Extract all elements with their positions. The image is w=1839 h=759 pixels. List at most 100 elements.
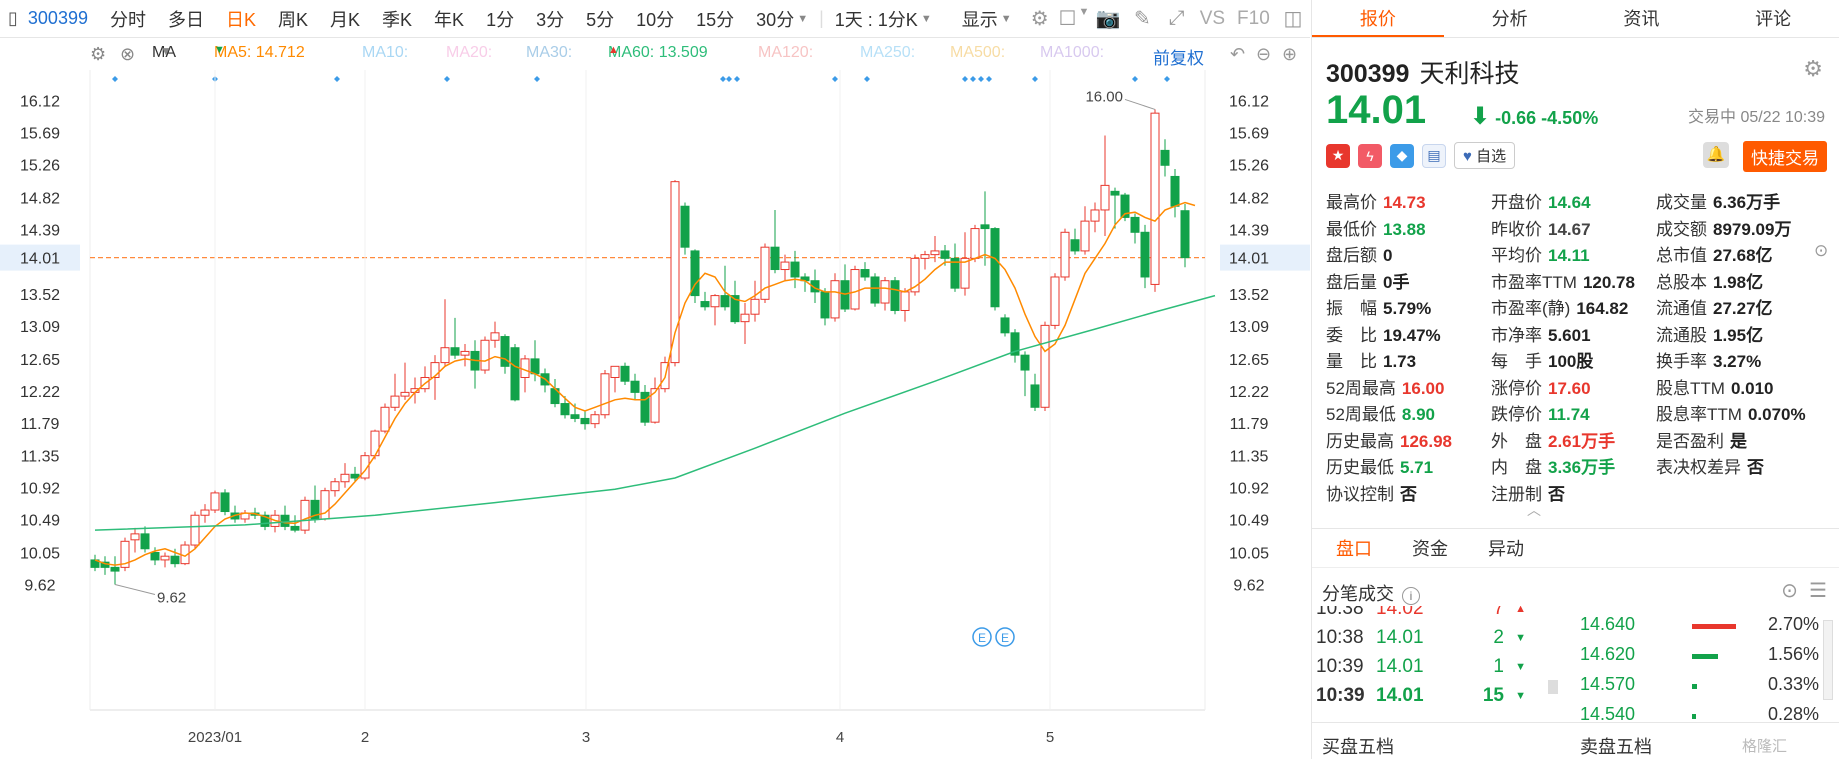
period-tab-yearly[interactable]: 年K <box>423 6 475 32</box>
sidebar-toggle-icon[interactable]: ◫ <box>1276 6 1310 31</box>
notes-icon[interactable]: ▤ <box>1422 143 1446 168</box>
stat-label: 跌停价 <box>1491 405 1542 424</box>
close-icon[interactable]: ⊗ <box>120 44 135 65</box>
china-flag-icon[interactable]: ★ <box>1326 143 1350 168</box>
candle-body <box>770 246 780 271</box>
distribution-price: 14.570 <box>1580 674 1636 694</box>
candle-body <box>790 261 800 278</box>
price-axis-label: 13.09 <box>20 319 60 336</box>
stat-label: 内 盘 <box>1491 458 1542 477</box>
stat-item: 昨收价 14.67 <box>1491 215 1591 240</box>
period-tab-multiday[interactable]: 多日 <box>157 6 215 32</box>
display-select[interactable]: 显示 ▼ <box>951 6 1023 32</box>
tab-anomaly[interactable]: 异动 <box>1488 527 1524 569</box>
date-axis-label: 2 <box>361 729 369 746</box>
period-select-30min[interactable]: 30分 ▼ <box>745 6 819 32</box>
add-watchlist-button[interactable]: ♥ 自选 <box>1454 142 1516 169</box>
stat-value: 100股 <box>1548 352 1594 371</box>
tick-volume: 7 <box>1493 606 1504 619</box>
ticks-list[interactable]: 10:38 14.02 7 ▲ 10:38 14.01 2 ▼ 10:39 14.01 1 ▼ 10:3… <box>1316 606 1546 720</box>
tab-news[interactable]: 资讯 <box>1576 0 1708 37</box>
watermark-text: 格隆汇 <box>1742 738 1788 755</box>
price-axis-label: 15.26 <box>20 158 60 175</box>
candle-body <box>630 380 640 393</box>
tab-quote[interactable]: 报价 <box>1312 0 1444 37</box>
period-tab-weekly[interactable]: 周K <box>267 6 319 32</box>
stock-code-label[interactable]: 300399 <box>24 8 99 29</box>
fullscreen-icon[interactable]: ⤢ <box>1159 7 1193 30</box>
candle-body <box>570 414 580 419</box>
scrollbar-thumb[interactable] <box>1548 680 1558 694</box>
range-select[interactable]: 1天 : 1分K ▼ <box>824 6 943 32</box>
more-icon[interactable]: ⊙ <box>1814 241 1828 261</box>
chevron-up-icon[interactable]: ︿ <box>1527 500 1541 520</box>
ma-indicator-bar: ⚙ ⊗ MA ▼ MA5: 14.712 ▼ MA10: MA20: MA30:… <box>90 44 1305 68</box>
stat-label: 总股本 <box>1656 272 1707 292</box>
draw-rect-icon[interactable]: ☐ ▼ <box>1057 6 1091 31</box>
undo-icon[interactable]: ↶ <box>1230 44 1245 65</box>
sell5-label: 卖盘五档 <box>1580 737 1652 757</box>
candle-body <box>600 373 610 416</box>
period-tab-quarterly[interactable]: 季K <box>371 6 423 32</box>
price-axis-label: 16.12 <box>20 94 60 111</box>
f10-button[interactable]: F10 <box>1231 8 1276 30</box>
pencil-icon[interactable]: ✎ <box>1125 6 1159 31</box>
price-axis-label: 15.69 <box>20 126 60 143</box>
stat-item: 市净率 5.601 <box>1491 321 1591 346</box>
camera-icon[interactable]: 📷 <box>1091 6 1125 31</box>
candle-body <box>440 347 450 364</box>
candle-body <box>400 391 410 397</box>
tab-analysis[interactable]: 分析 <box>1444 0 1576 37</box>
tab-capital[interactable]: 资金 <box>1412 527 1448 569</box>
info-icon[interactable]: i <box>1402 587 1420 605</box>
kline-chart[interactable]: 16.12 16.12 15.69 15.69 15.26 15.26 14.82 14.82… <box>0 70 1310 759</box>
stat-item: 涨停价 17.60 <box>1491 374 1591 399</box>
stat-value: 0 <box>1383 246 1393 265</box>
zoom-in-icon[interactable]: ⊕ <box>1282 44 1297 65</box>
price-axis-label: 12.22 <box>20 384 60 401</box>
stat-item: 52周最高 16.00 <box>1326 374 1444 399</box>
period-tab-3min[interactable]: 3分 <box>525 6 575 32</box>
gear-icon[interactable]: ⚙ <box>90 44 106 65</box>
tab-comments[interactable]: 评论 <box>1707 0 1839 37</box>
more-icon[interactable]: ⊙ <box>1781 580 1798 602</box>
stat-label: 股息TTM <box>1656 378 1725 398</box>
kline-svg[interactable]: 16.12 16.12 15.69 15.69 15.26 15.26 14.82 14.82… <box>0 70 1310 759</box>
candle-body <box>870 276 880 304</box>
period-tab-daily[interactable]: 日K <box>215 6 267 32</box>
period-tab-15min[interactable]: 15分 <box>685 6 745 32</box>
candle-body <box>530 358 540 375</box>
stat-value: 17.60 <box>1548 378 1591 398</box>
gear-icon[interactable]: ⚙ <box>1803 56 1823 82</box>
zoom-out-icon[interactable]: ⊖ <box>1256 44 1271 65</box>
period-tab-intraday[interactable]: 分时 <box>99 6 157 32</box>
candle-body <box>680 205 690 248</box>
gear-icon[interactable]: ⚙ <box>1023 6 1057 31</box>
distribution-row: 14.620 1.56% <box>1580 642 1826 672</box>
quick-trade-button[interactable]: 快捷交易 <box>1743 141 1827 172</box>
period-tab-1min[interactable]: 1分 <box>475 6 525 32</box>
max-pointer-line <box>1124 98 1156 110</box>
compare-button[interactable]: VS <box>1194 8 1231 30</box>
candle-body <box>300 499 310 531</box>
scrollbar[interactable] <box>1823 620 1833 700</box>
adjust-button[interactable]: 前复权 <box>1153 44 1204 69</box>
price-axis-label-right: 11.79 <box>1230 416 1269 433</box>
stat-value: 0.010 <box>1730 378 1774 398</box>
candle-body <box>1090 209 1100 222</box>
distribution-row: 14.640 2.70% <box>1580 612 1826 642</box>
tick-time: 10:39 <box>1316 656 1364 677</box>
panel-toggle-icon[interactable]: ▯ <box>0 8 24 29</box>
period-tab-10min[interactable]: 10分 <box>625 6 685 32</box>
lightning-icon[interactable]: ϟ <box>1358 143 1382 168</box>
bell-icon[interactable]: 🔔 <box>1703 142 1729 168</box>
event-marker-icon <box>1164 76 1170 82</box>
menu-icon[interactable]: ☰ <box>1809 580 1827 602</box>
period-tab-5min[interactable]: 5分 <box>575 6 625 32</box>
tag-icon[interactable]: ◆ <box>1390 143 1414 168</box>
candle-body <box>1030 384 1040 408</box>
tab-orderbook[interactable]: 盘口 <box>1336 527 1372 569</box>
stat-label: 昨收价 <box>1491 219 1542 239</box>
period-tab-monthly[interactable]: 月K <box>319 6 371 32</box>
candle-body <box>380 406 390 432</box>
